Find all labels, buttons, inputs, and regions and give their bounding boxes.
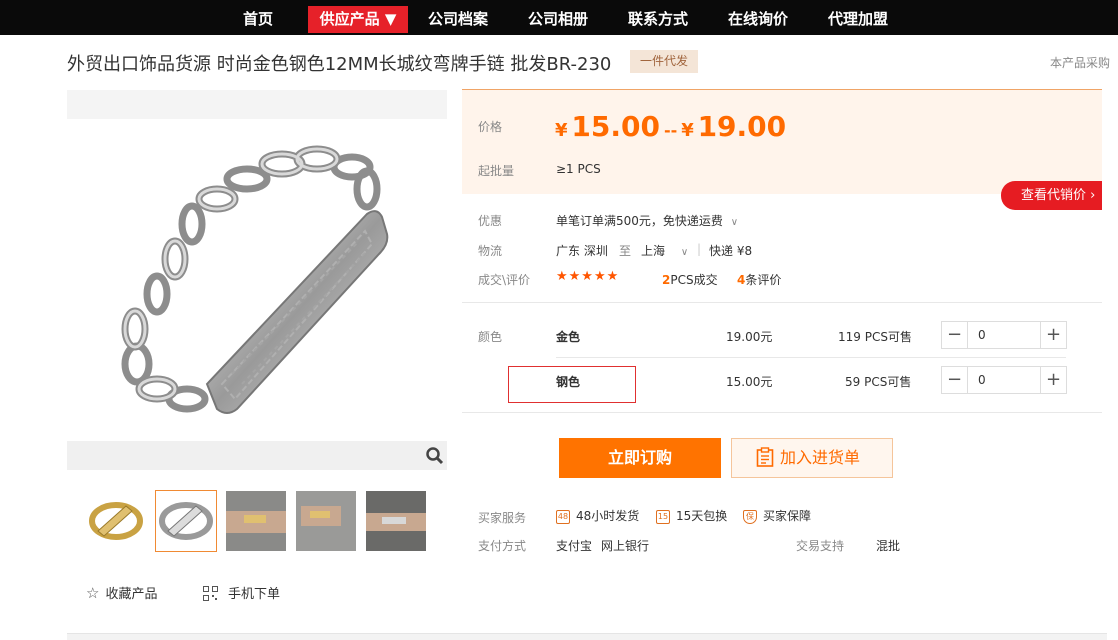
mobile-order-label: 手机下单: [228, 587, 281, 602]
sku-stock-gold: 119 PCS可售: [838, 330, 912, 344]
view-agent-price-button[interactable]: 查看代销价 ›: [1001, 181, 1102, 210]
purchase-note: 本产品采购: [1050, 56, 1111, 70]
quantity-stepper-gold: − 0 +: [941, 321, 1067, 349]
buy-now-button[interactable]: 立即订购: [559, 438, 721, 478]
mobile-order-action[interactable]: 手机下单: [203, 583, 281, 602]
divider: |: [697, 242, 702, 256]
shipping-fee: 快递 ¥8: [709, 244, 753, 258]
favorite-action[interactable]: ☆ 收藏产品: [86, 583, 158, 602]
price-high: 19.00: [697, 110, 787, 143]
price-label: 价格: [478, 120, 503, 134]
thumbnail-gold[interactable]: [86, 491, 146, 551]
nav-item-inquiry[interactable]: 在线询价: [720, 6, 796, 33]
service-48h: 48 48小时发货: [556, 507, 639, 525]
nav-item-agent[interactable]: 代理加盟: [820, 6, 896, 33]
chevron-down-icon: ∨: [680, 247, 689, 258]
quantity-input-gold[interactable]: 0: [978, 322, 986, 348]
deal-count-link[interactable]: 2PCS成交: [662, 271, 718, 288]
ship-destination: 上海: [641, 244, 666, 258]
discount-dropdown[interactable]: 单笔订单满500元，免快递运费 ∨: [556, 212, 738, 229]
ship-to-word: 至: [619, 244, 632, 258]
ship-from: 广东 深圳: [556, 244, 608, 258]
chevron-down-icon: ∨: [730, 217, 739, 228]
logistics-label: 物流: [478, 244, 503, 258]
sku-name-gold[interactable]: 金色: [556, 328, 580, 345]
clipboard-icon: [756, 443, 774, 481]
discount-label: 优惠: [478, 214, 503, 228]
quantity-input-steel[interactable]: 0: [978, 367, 986, 393]
clock-48-icon: 48: [556, 509, 570, 524]
trade-support-value: 混批: [876, 539, 901, 553]
rating-stars-icon: ★★★★★: [556, 269, 620, 284]
quantity-stepper-steel: − 0 +: [941, 366, 1067, 394]
top-nav: 首页 供应产品 ▼ 公司档案 公司相册 联系方式 在线询价 代理加盟: [0, 0, 1118, 35]
deal-unit: PCS成交: [670, 273, 718, 287]
divider: [462, 302, 1102, 303]
favorite-label: 收藏产品: [105, 587, 158, 602]
add-to-cart-button[interactable]: 加入进货单: [731, 438, 893, 478]
price-low: 15.00: [571, 110, 660, 143]
deals-label: 成交\评价: [478, 273, 531, 287]
service-15d: 15 15天包换: [656, 507, 727, 525]
payment-bank: 网上银行: [601, 539, 650, 553]
image-top-bar: [67, 90, 447, 119]
nav-item-home[interactable]: 首页: [230, 6, 286, 33]
sku-price-gold: 19.00元: [726, 330, 773, 344]
add-to-cart-label: 加入进货单: [780, 448, 861, 467]
thumbnail-wrist-2[interactable]: [296, 491, 356, 551]
thumbnail-wrist-1[interactable]: [226, 491, 286, 551]
dropship-badge: 一件代发: [630, 50, 698, 73]
buyer-services-label: 买家服务: [478, 511, 527, 525]
color-label: 颜色: [478, 330, 503, 344]
service-protection-label: 买家保障: [763, 509, 812, 523]
thumbnail-steel[interactable]: [155, 490, 217, 552]
minus-icon[interactable]: −: [942, 322, 968, 348]
product-title: 外贸出口饰品货源 时尚金色钢色12MM长城纹弯牌手链 批发BR-230: [67, 54, 612, 75]
currency-symbol: ¥: [555, 120, 568, 141]
ship-destination-select[interactable]: 上海 ∨: [641, 242, 688, 259]
review-count-link[interactable]: 4条评价: [737, 271, 781, 288]
price-range: ¥ 15.00 -- ¥ 19.00: [555, 110, 786, 143]
service-48h-label: 48小时发货: [576, 509, 640, 523]
discount-value: 单笔订单满500元，免快递运费: [556, 214, 723, 228]
qrcode-icon: [203, 586, 218, 605]
shield-icon: 保: [743, 509, 757, 524]
nav-item-album[interactable]: 公司相册: [520, 6, 596, 33]
review-unit: 条评价: [745, 273, 782, 287]
calendar-15-icon: 15: [656, 509, 670, 524]
price-dash: --: [663, 121, 678, 140]
sku-name-steel[interactable]: 钢色: [556, 373, 580, 390]
service-15d-label: 15天包换: [676, 509, 728, 523]
moq-value: ≥1 PCS: [556, 162, 601, 176]
sku-stock-steel: 59 PCS可售: [845, 375, 912, 389]
plus-icon[interactable]: +: [1040, 322, 1066, 348]
nav-item-contact[interactable]: 联系方式: [620, 6, 696, 33]
currency-symbol-2: ¥: [681, 120, 694, 141]
minus-icon[interactable]: −: [942, 367, 968, 393]
main-product-image: [67, 119, 447, 439]
sku-price-steel: 15.00元: [726, 375, 773, 389]
plus-icon[interactable]: +: [1040, 367, 1066, 393]
payment-alipay: 支付宝: [556, 539, 593, 553]
thumbnail-wrist-3[interactable]: [366, 491, 426, 551]
image-bottom-bar: [67, 441, 447, 470]
zoom-icon[interactable]: [424, 445, 446, 467]
moq-label: 起批量: [478, 164, 515, 178]
payment-label: 支付方式: [478, 539, 527, 553]
nav-item-products[interactable]: 供应产品 ▼: [308, 6, 408, 33]
divider: [462, 412, 1102, 413]
service-protection: 保买家保障: [743, 507, 811, 525]
bottom-divider: [67, 633, 1107, 640]
trade-support-label: 交易支持: [796, 539, 845, 553]
divider: [556, 357, 1066, 358]
star-outline-icon: ☆: [86, 584, 100, 602]
nav-item-profile[interactable]: 公司档案: [420, 6, 496, 33]
